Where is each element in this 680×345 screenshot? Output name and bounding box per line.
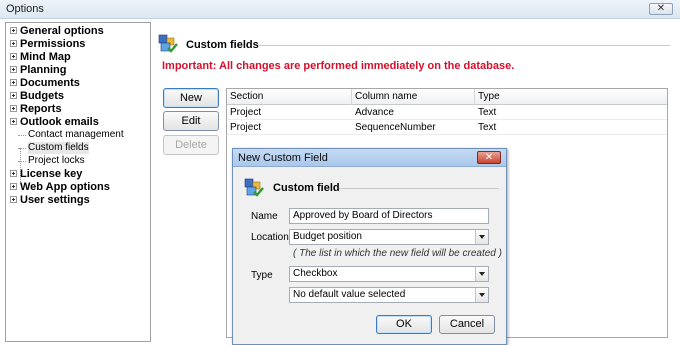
column-header-type[interactable]: Type [475, 89, 667, 105]
expand-icon[interactable] [10, 52, 17, 60]
expand-icon[interactable] [10, 39, 17, 47]
table-header: Section Column name Type [227, 89, 667, 105]
tree-item-documents[interactable]: Documents [10, 77, 80, 89]
section-divider [258, 45, 670, 46]
cell-column-name: Advance [355, 107, 394, 118]
section-title: Custom fields [186, 39, 259, 51]
type-label: Type [251, 270, 273, 281]
tree-item-general-options[interactable]: General options [10, 25, 104, 37]
table-row[interactable]: Project SequenceNumber Text [227, 121, 667, 135]
table-row[interactable]: Project Advance Text [227, 106, 667, 120]
dialog-close-button[interactable]: ✕ [477, 151, 501, 164]
tree-item-planning[interactable]: Planning [10, 64, 66, 76]
expand-icon[interactable] [10, 195, 17, 203]
type-select[interactable]: Checkbox [289, 266, 489, 282]
location-hint: ( The list in which the new field will b… [293, 248, 502, 259]
expand-icon[interactable] [10, 26, 17, 34]
important-warning: Important: All changes are performed imm… [162, 60, 515, 72]
column-header-section[interactable]: Section [227, 89, 352, 105]
chevron-down-icon[interactable] [475, 288, 488, 302]
tree-item-project-locks[interactable]: Project locks [18, 155, 85, 167]
new-button[interactable]: New [163, 88, 219, 108]
location-label: Location [251, 232, 289, 243]
name-field[interactable]: Approved by Board of Directors [289, 208, 489, 224]
tree-item-custom-fields[interactable]: Custom fields [18, 142, 89, 154]
expand-icon[interactable] [10, 182, 17, 190]
type-select-value: Checkbox [293, 268, 338, 279]
close-icon: ✕ [656, 3, 666, 14]
delete-button[interactable]: Delete [163, 135, 219, 155]
options-tree: General options Permissions Mind Map Pla… [5, 22, 151, 342]
chevron-down-icon[interactable] [475, 230, 488, 244]
tree-item-web-app-options[interactable]: Web App options [10, 181, 110, 193]
tree-item-user-settings[interactable]: User settings [10, 194, 90, 206]
default-value-select[interactable]: No default value selected [289, 287, 489, 303]
cell-column-name: SequenceNumber [355, 122, 436, 133]
dialog-title: New Custom Field [238, 152, 328, 164]
tree-item-budgets[interactable]: Budgets [10, 90, 64, 102]
dialog-section-title: Custom field [273, 182, 340, 194]
cell-type: Text [478, 122, 497, 133]
window-titlebar: Options ✕ [0, 0, 680, 19]
tree-item-permissions[interactable]: Permissions [10, 38, 85, 50]
location-select-value: Budget position [293, 231, 362, 242]
dialog-titlebar[interactable]: New Custom Field ✕ [233, 149, 506, 167]
ok-button[interactable]: OK [376, 315, 432, 334]
expand-icon[interactable] [10, 91, 17, 99]
expand-icon[interactable] [10, 117, 17, 125]
custom-field-icon [244, 178, 264, 197]
cell-section: Project [230, 107, 262, 118]
expand-icon[interactable] [10, 65, 17, 73]
expand-icon[interactable] [10, 104, 17, 112]
expand-icon[interactable] [10, 169, 17, 177]
tree-item-contact-management[interactable]: Contact management [18, 129, 124, 141]
edit-button[interactable]: Edit [163, 111, 219, 131]
name-field-value: Approved by Board of Directors [293, 210, 433, 221]
tree-item-mind-map[interactable]: Mind Map [10, 51, 71, 63]
default-value-select-value: No default value selected [293, 289, 406, 300]
window-title: Options [6, 3, 44, 15]
close-icon: ✕ [484, 152, 494, 163]
chevron-down-icon[interactable] [475, 267, 488, 281]
window-close-button[interactable]: ✕ [649, 3, 673, 15]
cancel-button[interactable]: Cancel [439, 315, 495, 334]
tree-item-reports[interactable]: Reports [10, 103, 62, 115]
location-select[interactable]: Budget position [289, 229, 489, 245]
expand-icon[interactable] [10, 78, 17, 86]
tree-item-license-key[interactable]: License key [10, 168, 82, 180]
cell-type: Text [478, 107, 497, 118]
cell-section: Project [230, 122, 262, 133]
dialog-section-divider [339, 188, 499, 189]
custom-fields-icon [158, 34, 178, 53]
name-label: Name [251, 211, 278, 222]
tree-item-outlook-emails[interactable]: Outlook emails [10, 116, 99, 128]
new-custom-field-dialog: New Custom Field ✕ Custom field Name App… [232, 148, 507, 345]
column-header-column-name[interactable]: Column name [352, 89, 475, 105]
